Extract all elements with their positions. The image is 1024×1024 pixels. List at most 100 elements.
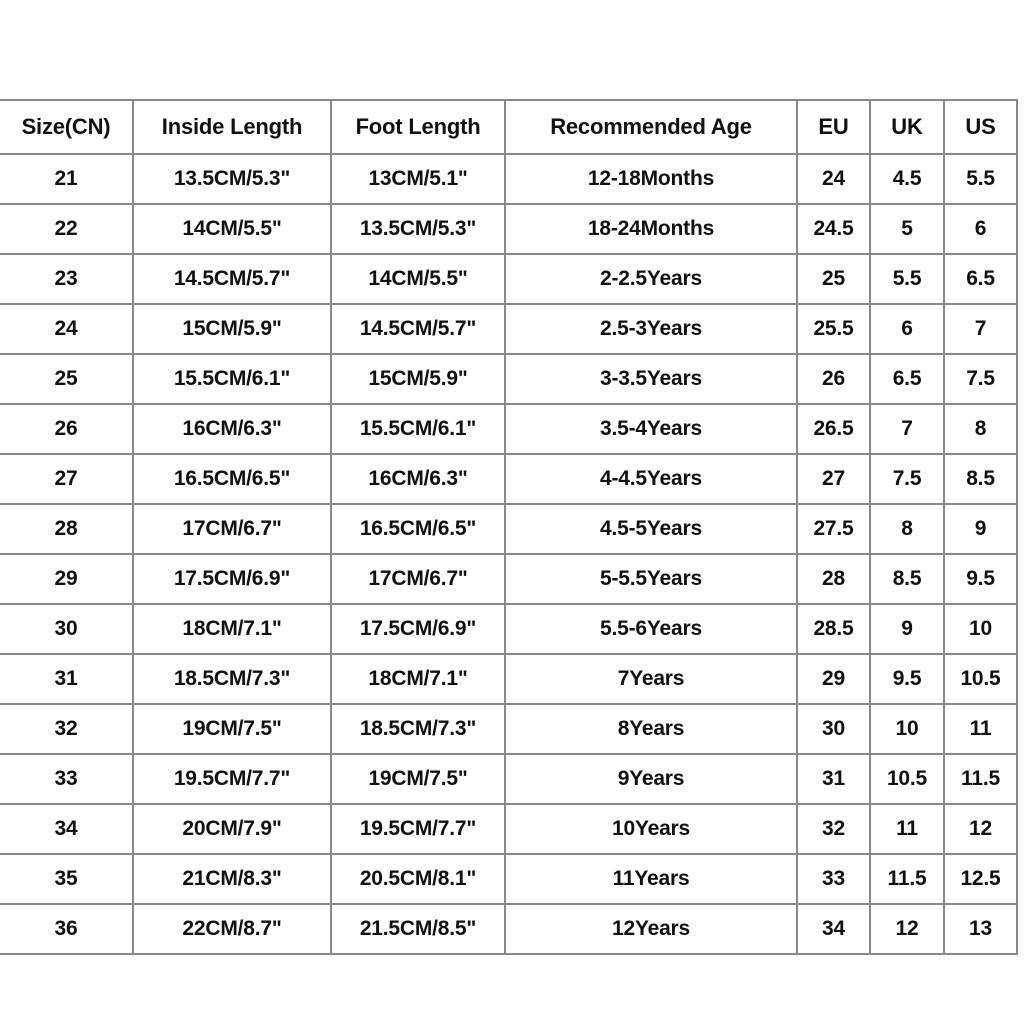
cell-uk: 7.5: [869, 453, 944, 505]
table-row: 33 19.5CM/7.7" 19CM/7.5" 9Years 31 10.5 11.5: [0, 753, 1018, 805]
table-row: 23 14.5CM/5.7" 14CM/5.5" 2-2.5Years 25 5.5 6.5: [0, 253, 1018, 305]
cell-age: 5.5-6Years: [504, 603, 797, 655]
cell-eu: 28: [796, 553, 870, 605]
cell-foot: 14.5CM/5.7": [330, 303, 505, 355]
cell-us: 11.5: [943, 753, 1018, 805]
cell-inside: 15CM/5.9": [132, 303, 331, 355]
cell-age: 5-5.5Years: [504, 553, 797, 605]
cell-uk: 8.5: [869, 553, 944, 605]
table-body: 21 13.5CM/5.3" 13CM/5.1" 12-18Months 24 4.5 5.…: [0, 153, 1018, 955]
cell-uk: 4.5: [869, 153, 944, 205]
cell-cn: 21: [0, 153, 133, 205]
cell-cn: 32: [0, 703, 133, 755]
cell-age: 8Years: [504, 703, 797, 755]
cell-eu: 24.5: [796, 203, 870, 255]
cell-us: 10: [943, 603, 1018, 655]
table-row: 28 17CM/6.7" 16.5CM/6.5" 4.5-5Years 27.5 8 9: [0, 503, 1018, 555]
cell-age: 7Years: [504, 653, 797, 705]
cell-uk: 9.5: [869, 653, 944, 705]
cell-age: 11Years: [504, 853, 797, 905]
cell-age: 2.5-3Years: [504, 303, 797, 355]
table-row: 36 22CM/8.7" 21.5CM/8.5" 12Years 34 12 13: [0, 903, 1018, 955]
column-header-size-cn: Size(CN): [0, 99, 133, 155]
cell-inside: 16.5CM/6.5": [132, 453, 331, 505]
column-header-inside-length: Inside Length: [132, 99, 331, 155]
column-header-us: US: [943, 99, 1018, 155]
cell-cn: 25: [0, 353, 133, 405]
cell-age: 10Years: [504, 803, 797, 855]
table-row: 34 20CM/7.9" 19.5CM/7.7" 10Years 32 11 12: [0, 803, 1018, 855]
cell-foot: 15CM/5.9": [330, 353, 505, 405]
cell-us: 13: [943, 903, 1018, 955]
cell-uk: 6: [869, 303, 944, 355]
table-row: 29 17.5CM/6.9" 17CM/6.7" 5-5.5Years 28 8.5 9.5: [0, 553, 1018, 605]
table-row: 25 15.5CM/6.1" 15CM/5.9" 3-3.5Years 26 6.5 7.5: [0, 353, 1018, 405]
cell-cn: 24: [0, 303, 133, 355]
cell-us: 12: [943, 803, 1018, 855]
table-row: 35 21CM/8.3" 20.5CM/8.1" 11Years 33 11.5 12.5: [0, 853, 1018, 905]
cell-age: 12Years: [504, 903, 797, 955]
cell-cn: 33: [0, 753, 133, 805]
cell-eu: 34: [796, 903, 870, 955]
cell-us: 9: [943, 503, 1018, 555]
cell-age: 3.5-4Years: [504, 403, 797, 455]
cell-inside: 17.5CM/6.9": [132, 553, 331, 605]
cell-us: 5.5: [943, 153, 1018, 205]
cell-inside: 18.5CM/7.3": [132, 653, 331, 705]
column-header-foot-length: Foot Length: [330, 99, 505, 155]
cell-cn: 26: [0, 403, 133, 455]
cell-uk: 6.5: [869, 353, 944, 405]
table-row: 27 16.5CM/6.5" 16CM/6.3" 4-4.5Years 27 7.5 8.5: [0, 453, 1018, 505]
cell-inside: 22CM/8.7": [132, 903, 331, 955]
column-header-uk: UK: [869, 99, 944, 155]
cell-inside: 20CM/7.9": [132, 803, 331, 855]
cell-uk: 5: [869, 203, 944, 255]
cell-cn: 30: [0, 603, 133, 655]
cell-foot: 13.5CM/5.3": [330, 203, 505, 255]
table-row: 31 18.5CM/7.3" 18CM/7.1" 7Years 29 9.5 10.5: [0, 653, 1018, 705]
cell-foot: 18.5CM/7.3": [330, 703, 505, 755]
cell-foot: 19CM/7.5": [330, 753, 505, 805]
cell-foot: 15.5CM/6.1": [330, 403, 505, 455]
table-row: 26 16CM/6.3" 15.5CM/6.1" 3.5-4Years 26.5 7 8: [0, 403, 1018, 455]
shoe-size-table: Size(CN) Inside Length Foot Length Recom…: [0, 99, 1018, 955]
cell-uk: 10.5: [869, 753, 944, 805]
cell-foot: 17CM/6.7": [330, 553, 505, 605]
cell-cn: 22: [0, 203, 133, 255]
cell-us: 11: [943, 703, 1018, 755]
cell-foot: 19.5CM/7.7": [330, 803, 505, 855]
cell-inside: 19.5CM/7.7": [132, 753, 331, 805]
cell-foot: 21.5CM/8.5": [330, 903, 505, 955]
cell-foot: 16.5CM/6.5": [330, 503, 505, 555]
cell-eu: 26.5: [796, 403, 870, 455]
cell-cn: 36: [0, 903, 133, 955]
cell-inside: 16CM/6.3": [132, 403, 331, 455]
column-header-recommended-age: Recommended Age: [504, 99, 797, 155]
cell-inside: 18CM/7.1": [132, 603, 331, 655]
cell-eu: 30: [796, 703, 870, 755]
cell-foot: 13CM/5.1": [330, 153, 505, 205]
cell-foot: 14CM/5.5": [330, 253, 505, 305]
table-row: 32 19CM/7.5" 18.5CM/7.3" 8Years 30 10 11: [0, 703, 1018, 755]
cell-age: 2-2.5Years: [504, 253, 797, 305]
cell-foot: 16CM/6.3": [330, 453, 505, 505]
cell-eu: 24: [796, 153, 870, 205]
cell-eu: 28.5: [796, 603, 870, 655]
cell-uk: 5.5: [869, 253, 944, 305]
cell-eu: 31: [796, 753, 870, 805]
cell-us: 6.5: [943, 253, 1018, 305]
cell-foot: 20.5CM/8.1": [330, 853, 505, 905]
cell-age: 9Years: [504, 753, 797, 805]
cell-age: 3-3.5Years: [504, 353, 797, 405]
column-header-eu: EU: [796, 99, 870, 155]
cell-uk: 9: [869, 603, 944, 655]
cell-cn: 23: [0, 253, 133, 305]
cell-uk: 7: [869, 403, 944, 455]
table-header: Size(CN) Inside Length Foot Length Recom…: [0, 99, 1018, 155]
table-row: 21 13.5CM/5.3" 13CM/5.1" 12-18Months 24 4.5 5.…: [0, 153, 1018, 205]
cell-eu: 26: [796, 353, 870, 405]
cell-us: 8.5: [943, 453, 1018, 505]
cell-eu: 33: [796, 853, 870, 905]
cell-inside: 19CM/7.5": [132, 703, 331, 755]
cell-us: 10.5: [943, 653, 1018, 705]
